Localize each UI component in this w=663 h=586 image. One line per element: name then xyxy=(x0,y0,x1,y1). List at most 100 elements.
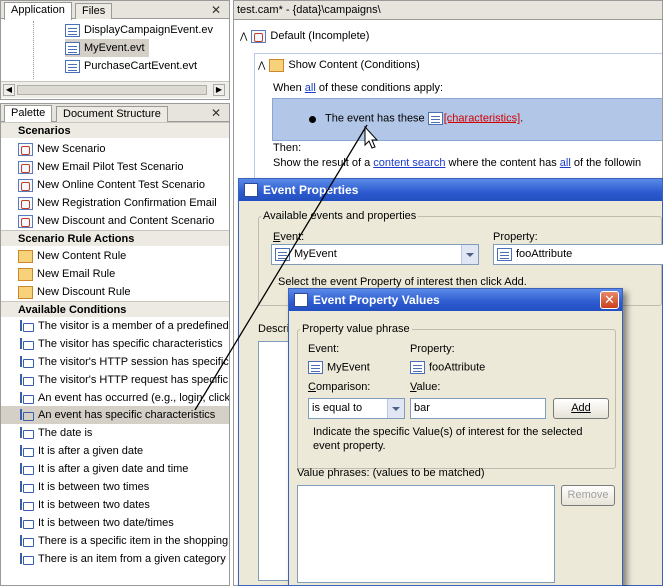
scroll-right-icon[interactable]: ▶ xyxy=(213,84,225,96)
quantifier-link[interactable]: all xyxy=(560,157,571,169)
property-icon xyxy=(410,361,425,374)
comparison-label: Comparison: xyxy=(308,381,371,393)
condition-item[interactable]: An event has occurred (e.g., login, clic… xyxy=(18,389,229,407)
property-value: fooAttribute xyxy=(410,361,485,374)
scenario-icon xyxy=(18,160,33,174)
condition-icon xyxy=(18,480,34,494)
event-icon xyxy=(308,361,323,374)
palette-item[interactable]: New Registration Confirmation Email xyxy=(18,194,217,212)
event-icon xyxy=(275,247,290,261)
palette-item[interactable]: New Email Rule xyxy=(18,265,115,283)
condition-item[interactable]: It is after a given date and time xyxy=(18,460,188,478)
navigator-tabbar: Application Files ✕ xyxy=(1,1,229,20)
window-icon xyxy=(294,293,308,307)
characteristics-link[interactable]: [characteristics] xyxy=(444,112,520,124)
section-rule-actions[interactable]: Scenario Rule Actions xyxy=(1,230,229,246)
property-select[interactable]: fooAttribute xyxy=(493,244,663,265)
chevron-down-icon[interactable] xyxy=(461,245,478,264)
condition-row-selected[interactable]: The event has these [characteristics]. xyxy=(272,98,662,141)
event-label: Event: xyxy=(308,343,340,355)
condition-icon xyxy=(18,498,34,512)
event-icon xyxy=(427,112,443,125)
condition-item[interactable]: The visitor is a member of a predefined xyxy=(18,317,229,335)
palette-item[interactable]: New Online Content Test Scenario xyxy=(18,176,205,194)
palette-item[interactable]: New Discount Rule xyxy=(18,283,131,301)
condition-icon xyxy=(18,408,34,422)
scenario-icon xyxy=(18,196,33,210)
condition-item[interactable]: There is an item from a given category i xyxy=(18,550,229,568)
file-item[interactable]: DisplayCampaignEvent.ev xyxy=(65,21,213,39)
scenario-icon xyxy=(18,178,33,192)
palette-item[interactable]: New Content Rule xyxy=(18,247,126,265)
palette-item[interactable]: New Discount and Content Scenario xyxy=(18,212,214,230)
condition-icon xyxy=(18,337,34,351)
window-icon xyxy=(244,183,258,197)
file-item[interactable]: PurchaseCartEvent.evt xyxy=(65,57,197,75)
property-label: Property: xyxy=(410,343,455,355)
palette-panel: Palette Document Structure ✕ Scenarios N… xyxy=(0,103,230,586)
condition-item[interactable]: It is between two date/times xyxy=(18,514,174,532)
palette-item[interactable]: New Email Pilot Test Scenario xyxy=(18,158,184,176)
section-conditions[interactable]: Available Conditions xyxy=(1,301,229,317)
value-input[interactable]: bar xyxy=(410,398,546,419)
property-icon xyxy=(497,247,512,261)
value-label: Value: xyxy=(410,381,441,393)
condition-item[interactable]: The visitor's HTTP session has specific … xyxy=(18,353,229,371)
condition-item[interactable]: The visitor has specific characteristics xyxy=(18,335,223,353)
value-phrases-label: Value phrases: (values to be matched) xyxy=(297,467,485,479)
collapse-icon[interactable]: ⋀ xyxy=(258,60,265,70)
content-search-link[interactable]: content search xyxy=(373,157,445,169)
rule-icon xyxy=(18,285,33,299)
node-show-content[interactable]: ⋀ Show Content (Conditions) xyxy=(258,56,420,74)
tab-application[interactable]: Application xyxy=(4,2,72,20)
event-file-icon xyxy=(65,59,80,73)
rule-icon xyxy=(18,267,33,281)
scroll-thumb[interactable] xyxy=(17,85,207,95)
hint-text: Select the event Property of interest th… xyxy=(278,276,527,288)
value-phrases-list[interactable] xyxy=(297,485,555,583)
collapse-icon[interactable]: ⋀ xyxy=(240,31,247,41)
property-label: Property: xyxy=(493,231,538,243)
event-label: Event: xyxy=(273,231,305,243)
node-default[interactable]: ⋀ Default (Incomplete) xyxy=(240,27,369,45)
add-button[interactable]: Add xyxy=(553,398,609,419)
event-value: MyEvent xyxy=(308,361,370,374)
condition-item[interactable]: The date is xyxy=(18,424,92,442)
horizontal-scrollbar[interactable]: ◀ ▶ xyxy=(1,81,229,98)
condition-item[interactable]: It is after a given date xyxy=(18,442,143,460)
comparison-select[interactable]: is equal to xyxy=(308,398,405,419)
condition-item[interactable]: There is a specific item in the shopping… xyxy=(18,532,229,550)
chevron-down-icon[interactable] xyxy=(387,399,404,418)
tab-files[interactable]: Files xyxy=(75,3,113,19)
dialog-titlebar[interactable]: Event Properties xyxy=(239,179,662,201)
condition-icon xyxy=(18,552,34,566)
dialog-titlebar[interactable]: Event Property Values ✕ xyxy=(289,289,622,311)
palette-item[interactable]: New Scenario xyxy=(18,140,105,158)
condition-icon xyxy=(18,373,34,387)
section-scenarios[interactable]: Scenarios xyxy=(1,122,229,138)
tab-document-structure[interactable]: Document Structure xyxy=(56,106,168,122)
scroll-left-icon[interactable]: ◀ xyxy=(3,84,15,96)
event-select[interactable]: MyEvent xyxy=(271,244,479,265)
condition-icon xyxy=(18,355,34,369)
editor-tabbar: test.cam* - {data}\campaigns\ xyxy=(234,1,662,20)
condition-item[interactable]: The visitor's HTTP request has specific … xyxy=(18,371,229,389)
rule-icon xyxy=(18,249,33,263)
close-icon[interactable]: ✕ xyxy=(211,106,221,120)
quantifier-link[interactable]: all xyxy=(305,82,316,94)
condition-item-selected[interactable]: An event has specific characteristics xyxy=(1,406,229,424)
editor-tab[interactable]: test.cam* - {data}\campaigns\ xyxy=(237,3,381,18)
condition-icon xyxy=(18,444,34,458)
condition-item[interactable]: It is between two dates xyxy=(18,496,150,514)
condition-item[interactable]: It is between two times xyxy=(18,478,149,496)
condition-icon xyxy=(18,534,34,548)
close-icon[interactable]: ✕ xyxy=(211,3,221,17)
event-property-values-dialog: Event Property Values ✕ Property value p… xyxy=(288,288,623,586)
close-icon[interactable]: ✕ xyxy=(600,291,619,309)
condition-icon xyxy=(18,319,34,333)
event-file-icon xyxy=(65,41,80,55)
tab-palette[interactable]: Palette xyxy=(4,105,53,123)
condition-icon xyxy=(18,391,34,405)
file-item-selected[interactable]: MyEvent.evt xyxy=(65,39,149,57)
palette-tabbar: Palette Document Structure ✕ xyxy=(1,104,229,123)
